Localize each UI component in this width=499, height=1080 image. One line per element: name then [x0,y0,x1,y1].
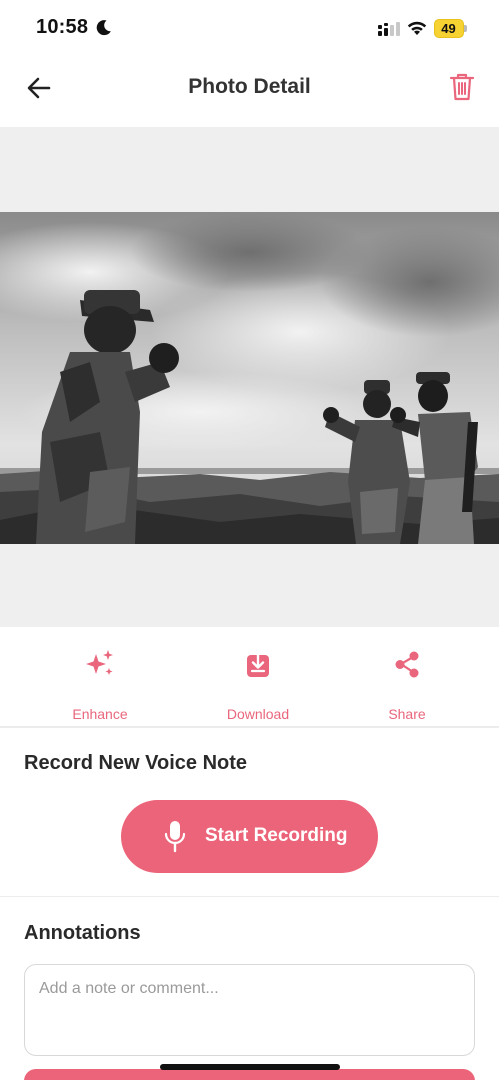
header: Photo Detail [0,58,499,126]
voice-note-title: Record New Voice Note [24,752,248,774]
microphone-icon [164,821,186,853]
moon-icon [96,20,111,36]
annotations-title: Annotations [24,922,141,944]
photo-viewer[interactable] [0,127,499,627]
share-button[interactable]: Share [352,648,462,722]
note-input[interactable] [24,964,475,1056]
start-recording-button[interactable]: Start Recording [121,800,378,873]
photo-image [0,212,499,544]
sparkles-icon [86,650,113,675]
battery-indicator: 49 [434,19,468,38]
battery-level: 49 [441,21,456,36]
photo-actions: Enhance Download Share [0,628,499,728]
enhance-button[interactable]: Enhance [45,648,155,722]
delete-button[interactable] [446,70,478,104]
voice-note-section: Record New Voice Note Start Recording [0,728,499,897]
photo-detail-screen: 10:58 49 Photo Detail Enhance Download S… [0,0,499,1080]
download-icon [247,651,269,677]
save-button[interactable] [24,1069,475,1080]
status-bar: 10:58 49 [0,0,499,58]
signal-icon [378,22,400,36]
download-label: Download [226,706,290,722]
share-label: Share [388,706,426,722]
status-time: 10:58 [36,16,89,38]
start-recording-label: Start Recording [205,825,348,846]
download-button[interactable]: Download [203,648,313,722]
trash-icon [449,73,475,101]
share-icon [395,651,419,678]
wifi-icon [407,21,427,35]
page-title: Photo Detail [188,75,311,98]
home-indicator [160,1064,340,1070]
enhance-label: Enhance [72,706,128,722]
